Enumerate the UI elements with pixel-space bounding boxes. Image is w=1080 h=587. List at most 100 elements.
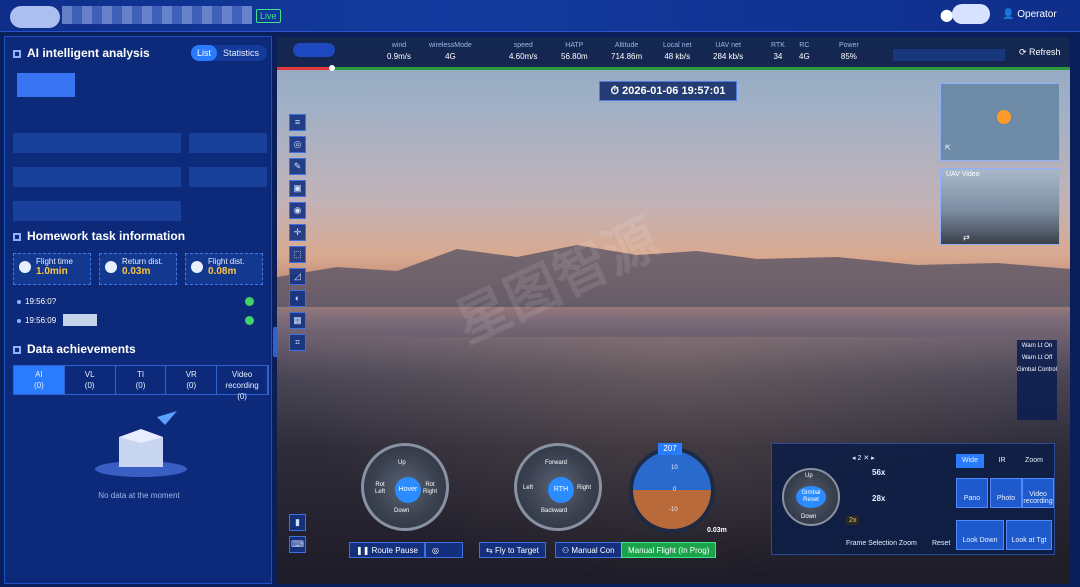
mouse-icon[interactable]: ▮ bbox=[289, 514, 306, 531]
swap-icon[interactable]: ⇄ bbox=[963, 233, 970, 242]
right-label[interactable]: Right bbox=[577, 485, 591, 492]
zoom-stepper[interactable]: ◂ 2 ✕ ▸ bbox=[852, 454, 875, 462]
power-stat: Power 85% bbox=[839, 42, 859, 61]
left-label[interactable]: Left bbox=[523, 485, 533, 492]
movement-pad[interactable]: Forward Backward Left Right RTH bbox=[514, 443, 602, 531]
tab-wide[interactable]: Wide bbox=[956, 454, 984, 468]
operator-menu[interactable]: 👤 Operator bbox=[1002, 9, 1057, 20]
device-name-redacted bbox=[293, 43, 335, 57]
keyboard-icon[interactable]: ⌨ bbox=[289, 536, 306, 553]
redacted-block bbox=[13, 167, 181, 187]
success-icon bbox=[245, 297, 254, 306]
view-toggle[interactable]: List Statistics bbox=[191, 45, 267, 61]
camera-panel: Up Down Gimbal Reset ◂ 2 ✕ ▸ 56x 28x 2x … bbox=[771, 443, 1055, 555]
up-label[interactable]: Up bbox=[398, 460, 406, 467]
measure-icon[interactable]: ◿ bbox=[289, 268, 306, 285]
wireless-mode-stat: wirelessMode 4G bbox=[429, 42, 472, 61]
tab-vr[interactable]: VR (0) bbox=[166, 366, 218, 394]
hatp-stat: HATP 56.80m bbox=[561, 42, 588, 61]
record-icon[interactable]: ◉ bbox=[289, 202, 306, 219]
homework-title: Homework task information bbox=[13, 229, 185, 243]
tab-zoom[interactable]: Zoom bbox=[1020, 454, 1048, 468]
redacted-block bbox=[13, 133, 181, 153]
down-label[interactable]: Down bbox=[394, 508, 409, 515]
log-entry: 19:56:0? bbox=[17, 297, 56, 306]
forward-label[interactable]: Forward bbox=[545, 460, 567, 467]
rtk-stat: RTK 34 bbox=[771, 42, 785, 61]
tab-ai[interactable]: AI (0) bbox=[14, 366, 65, 394]
tab-video-recording[interactable]: Video recording (0) bbox=[217, 366, 268, 401]
refresh-button[interactable]: ⟳ Refresh bbox=[1019, 47, 1061, 58]
wind-stat: wind 0.9m/s bbox=[387, 42, 412, 61]
rotate-right-label[interactable]: Rot Right bbox=[420, 482, 440, 496]
warn-light-on-button[interactable]: Warn Lt On bbox=[1017, 342, 1057, 350]
grid-icon[interactable]: ▦ bbox=[289, 312, 306, 329]
altitude-diff: 0.03m bbox=[707, 527, 727, 534]
video-recording-button[interactable]: Video recording bbox=[1022, 478, 1054, 508]
zoom-level-56x[interactable]: 56x bbox=[872, 468, 885, 477]
eye-icon[interactable]: ◐ bbox=[289, 290, 306, 307]
clock-icon bbox=[19, 261, 31, 273]
reset-button[interactable]: Reset bbox=[932, 540, 950, 547]
redacted-block bbox=[189, 167, 267, 187]
pen-icon[interactable]: ✎ bbox=[289, 158, 306, 175]
redacted-block bbox=[63, 314, 97, 326]
rotate-left-label[interactable]: Rot Left bbox=[370, 482, 390, 496]
side-controls: Warn Lt On Warn Lt Off Gimbal Control bbox=[1017, 340, 1057, 420]
pano-button[interactable]: Pano bbox=[956, 478, 988, 508]
redacted-block bbox=[893, 49, 1005, 61]
live-badge: Live bbox=[256, 9, 281, 23]
target-icon[interactable]: ◎ bbox=[289, 136, 306, 153]
achievement-tabs: AI (0) VL (0) TI (0) VR (0) Video recording(… bbox=[13, 365, 269, 401]
video-feed[interactable]: 星图智源 wind 0.9m/s wirelessMode 4G speed 4.60… bbox=[277, 37, 1070, 584]
manual-flight-status[interactable]: Manual Flight (In Prog) bbox=[621, 542, 717, 558]
layers-icon[interactable]: ≡ bbox=[289, 114, 306, 131]
hover-button[interactable]: Hover bbox=[395, 477, 421, 503]
frame-icon[interactable]: ⬚ bbox=[289, 246, 306, 263]
redacted-block bbox=[13, 201, 181, 221]
zoom-level-28x[interactable]: 28x bbox=[872, 494, 885, 503]
warn-light-off-button[interactable]: Warn Lt Off bbox=[1017, 354, 1057, 362]
photo-button[interactable]: Photo bbox=[990, 478, 1022, 508]
rth-button[interactable]: RTH bbox=[548, 477, 574, 503]
left-panel: AI intelligent analysis List Statistics H… bbox=[4, 36, 279, 584]
gimbal-down-label[interactable]: Down bbox=[801, 514, 816, 521]
flight-dist-stat: Flight dist. 0.08m bbox=[185, 253, 263, 285]
look-at-target-button[interactable]: Look at Tgt bbox=[1006, 520, 1052, 550]
empty-box-icon bbox=[95, 411, 187, 477]
altitude-rotation-pad[interactable]: Up Down Rot Left Rot Right Hover bbox=[361, 443, 449, 531]
uav-video-pip[interactable]: UAV Video ⇄ bbox=[940, 168, 1060, 245]
manual-control-button[interactable]: ⚇ Manual Con bbox=[555, 542, 622, 558]
uav-net-stat: UAV net 284 kb/s bbox=[713, 42, 744, 61]
expand-map-icon[interactable]: ⇱ bbox=[945, 144, 951, 152]
redacted-button[interactable]: ◎ bbox=[425, 542, 463, 558]
fly-to-target-button[interactable]: ⇆ Fly to Target bbox=[479, 542, 546, 558]
mini-map[interactable]: ⇱ bbox=[940, 83, 1060, 161]
achievements-title: Data achievements bbox=[13, 342, 136, 356]
route-pause-button[interactable]: ❚❚ Route Pause bbox=[349, 542, 425, 558]
gimbal-pad[interactable]: Up Down Gimbal Reset bbox=[782, 468, 840, 526]
gimbal-control-button[interactable]: Gimbal Control bbox=[1017, 366, 1057, 374]
return-icon bbox=[105, 261, 117, 273]
statistics-tab[interactable]: Statistics bbox=[217, 45, 265, 61]
backward-label[interactable]: Backward bbox=[541, 508, 567, 515]
flight-progress-bar[interactable] bbox=[277, 65, 1070, 71]
mountain-silhouette bbox=[277, 245, 1070, 307]
progress-knob[interactable] bbox=[329, 65, 335, 71]
tab-ir[interactable]: IR bbox=[988, 454, 1016, 468]
timestamp: ⏱ 2026-01-06 19:57:01 bbox=[599, 81, 737, 101]
empty-state-text: No data at the moment bbox=[98, 491, 180, 500]
top-bar: Live ⬤ 👤 Operator bbox=[0, 0, 1080, 32]
flight-time-stat: Flight time 1.0min bbox=[13, 253, 91, 285]
gimbal-reset-button[interactable]: Gimbal Reset bbox=[796, 486, 826, 508]
zoom-level-2x[interactable]: 2x bbox=[846, 516, 860, 525]
frame-selection-zoom-button[interactable]: Frame Selection Zoom bbox=[846, 540, 917, 547]
tab-vl[interactable]: VL (0) bbox=[65, 366, 116, 394]
list-tab[interactable]: List bbox=[191, 45, 218, 61]
crop-icon[interactable]: ⌗ bbox=[289, 334, 306, 351]
camera-icon[interactable]: ▣ bbox=[289, 180, 306, 197]
gimbal-up-label[interactable]: Up bbox=[805, 473, 813, 480]
tab-ti[interactable]: TI (0) bbox=[116, 366, 167, 394]
crosshair-icon[interactable]: ✛ bbox=[289, 224, 306, 241]
look-down-button[interactable]: Look Down bbox=[956, 520, 1004, 550]
